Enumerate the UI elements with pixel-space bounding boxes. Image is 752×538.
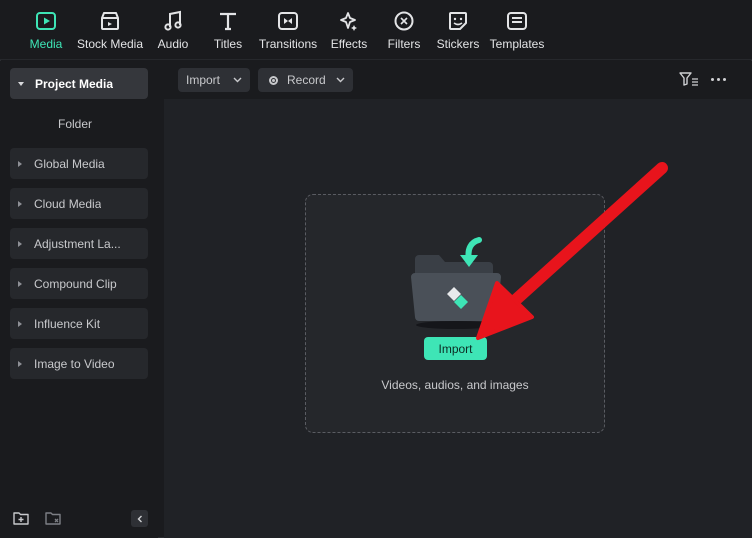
tab-audio[interactable]: Audio <box>155 10 191 56</box>
sidebar-item-project-media[interactable]: Project Media <box>10 68 148 99</box>
media-content-panel: Import Record Import Videos, audios, and… <box>164 61 752 538</box>
import-folder-icon <box>411 237 501 329</box>
sidebar-item-compound-clip[interactable]: Compound Clip <box>10 268 148 299</box>
collapsed-caret-icon <box>18 280 22 287</box>
collapsed-caret-icon <box>18 360 22 367</box>
import-dropdown-button[interactable]: Import <box>178 68 250 92</box>
template-icon <box>507 12 527 30</box>
import-dropzone[interactable]: Import Videos, audios, and images <box>305 194 605 433</box>
record-dropdown-label: Record <box>287 73 326 87</box>
collapsed-caret-icon <box>18 240 22 247</box>
tab-effects[interactable]: Effects <box>330 10 368 56</box>
tab-media[interactable]: Media <box>28 10 64 56</box>
filter-sort-icon[interactable] <box>679 71 699 87</box>
tab-stock-media-label: Stock Media <box>76 37 144 51</box>
import-dropdown-label: Import <box>186 73 221 87</box>
collapse-sidebar-button[interactable] <box>131 510 148 527</box>
media-icon <box>36 12 56 30</box>
media-sidebar: Project Media Folder Global Media Cloud … <box>0 61 158 538</box>
record-icon <box>269 75 278 85</box>
sidebar-item-label: Global Media <box>34 156 105 171</box>
sidebar-item-adjustment-layer[interactable]: Adjustment La... <box>10 228 148 259</box>
tab-transitions[interactable]: Transitions <box>258 10 318 56</box>
sidebar-item-cloud-media[interactable]: Cloud Media <box>10 188 148 219</box>
tab-media-label: Media <box>29 37 63 51</box>
record-dropdown-button[interactable]: Record <box>258 68 353 92</box>
chevron-down-icon <box>336 77 345 83</box>
tab-audio-label: Audio <box>157 37 189 51</box>
tab-stickers-label: Stickers <box>436 37 480 51</box>
more-options-icon[interactable] <box>711 78 726 81</box>
sidebar-item-label: Influence Kit <box>34 316 101 331</box>
tab-filters[interactable]: Filters <box>385 10 423 56</box>
tab-transitions-label: Transitions <box>258 37 318 51</box>
tab-templates-label: Templates <box>489 37 545 51</box>
sidebar-item-folder[interactable]: Folder <box>58 117 92 131</box>
chevron-down-icon <box>233 77 242 83</box>
chevron-left-icon <box>137 515 142 522</box>
import-button[interactable]: Import <box>424 337 487 360</box>
collapsed-caret-icon <box>18 200 22 207</box>
tab-stickers[interactable]: Stickers <box>437 10 479 56</box>
sidebar-item-label: Project Media <box>35 76 114 91</box>
music-note-icon <box>164 10 182 31</box>
sidebar-item-label: Compound Clip <box>34 276 117 291</box>
sidebar-item-global-media[interactable]: Global Media <box>10 148 148 179</box>
sidebar-item-label: Cloud Media <box>34 196 102 211</box>
sidebar-item-image-to-video[interactable]: Image to Video <box>10 348 148 379</box>
filter-lens-icon <box>394 11 414 31</box>
tab-filters-label: Filters <box>387 37 421 51</box>
tab-templates[interactable]: Templates <box>490 10 544 56</box>
sticker-icon <box>449 12 467 30</box>
collapsed-caret-icon <box>18 160 22 167</box>
collapsed-caret-icon <box>18 320 22 327</box>
dropzone-hint: Videos, audios, and images <box>381 378 529 392</box>
transition-icon <box>278 12 298 30</box>
remove-folder-icon[interactable] <box>45 511 61 525</box>
content-toolbar: Import Record <box>164 61 752 99</box>
sidebar-item-influence-kit[interactable]: Influence Kit <box>10 308 148 339</box>
new-folder-icon[interactable] <box>13 511 29 525</box>
tab-titles[interactable]: Titles <box>210 10 246 56</box>
sidebar-item-label: Adjustment La... <box>34 236 121 251</box>
tab-effects-label: Effects <box>330 37 368 51</box>
sidebar-item-label: Image to Video <box>34 356 115 371</box>
stock-media-icon <box>101 12 119 30</box>
tab-stock-media[interactable]: Stock Media <box>76 10 144 56</box>
text-t-icon <box>220 12 236 31</box>
sparkle-icon <box>340 12 357 31</box>
expanded-caret-icon <box>18 81 24 86</box>
top-toolbar: Media Stock Media Audio Titles Transitio… <box>0 0 752 60</box>
tab-titles-label: Titles <box>213 37 243 51</box>
